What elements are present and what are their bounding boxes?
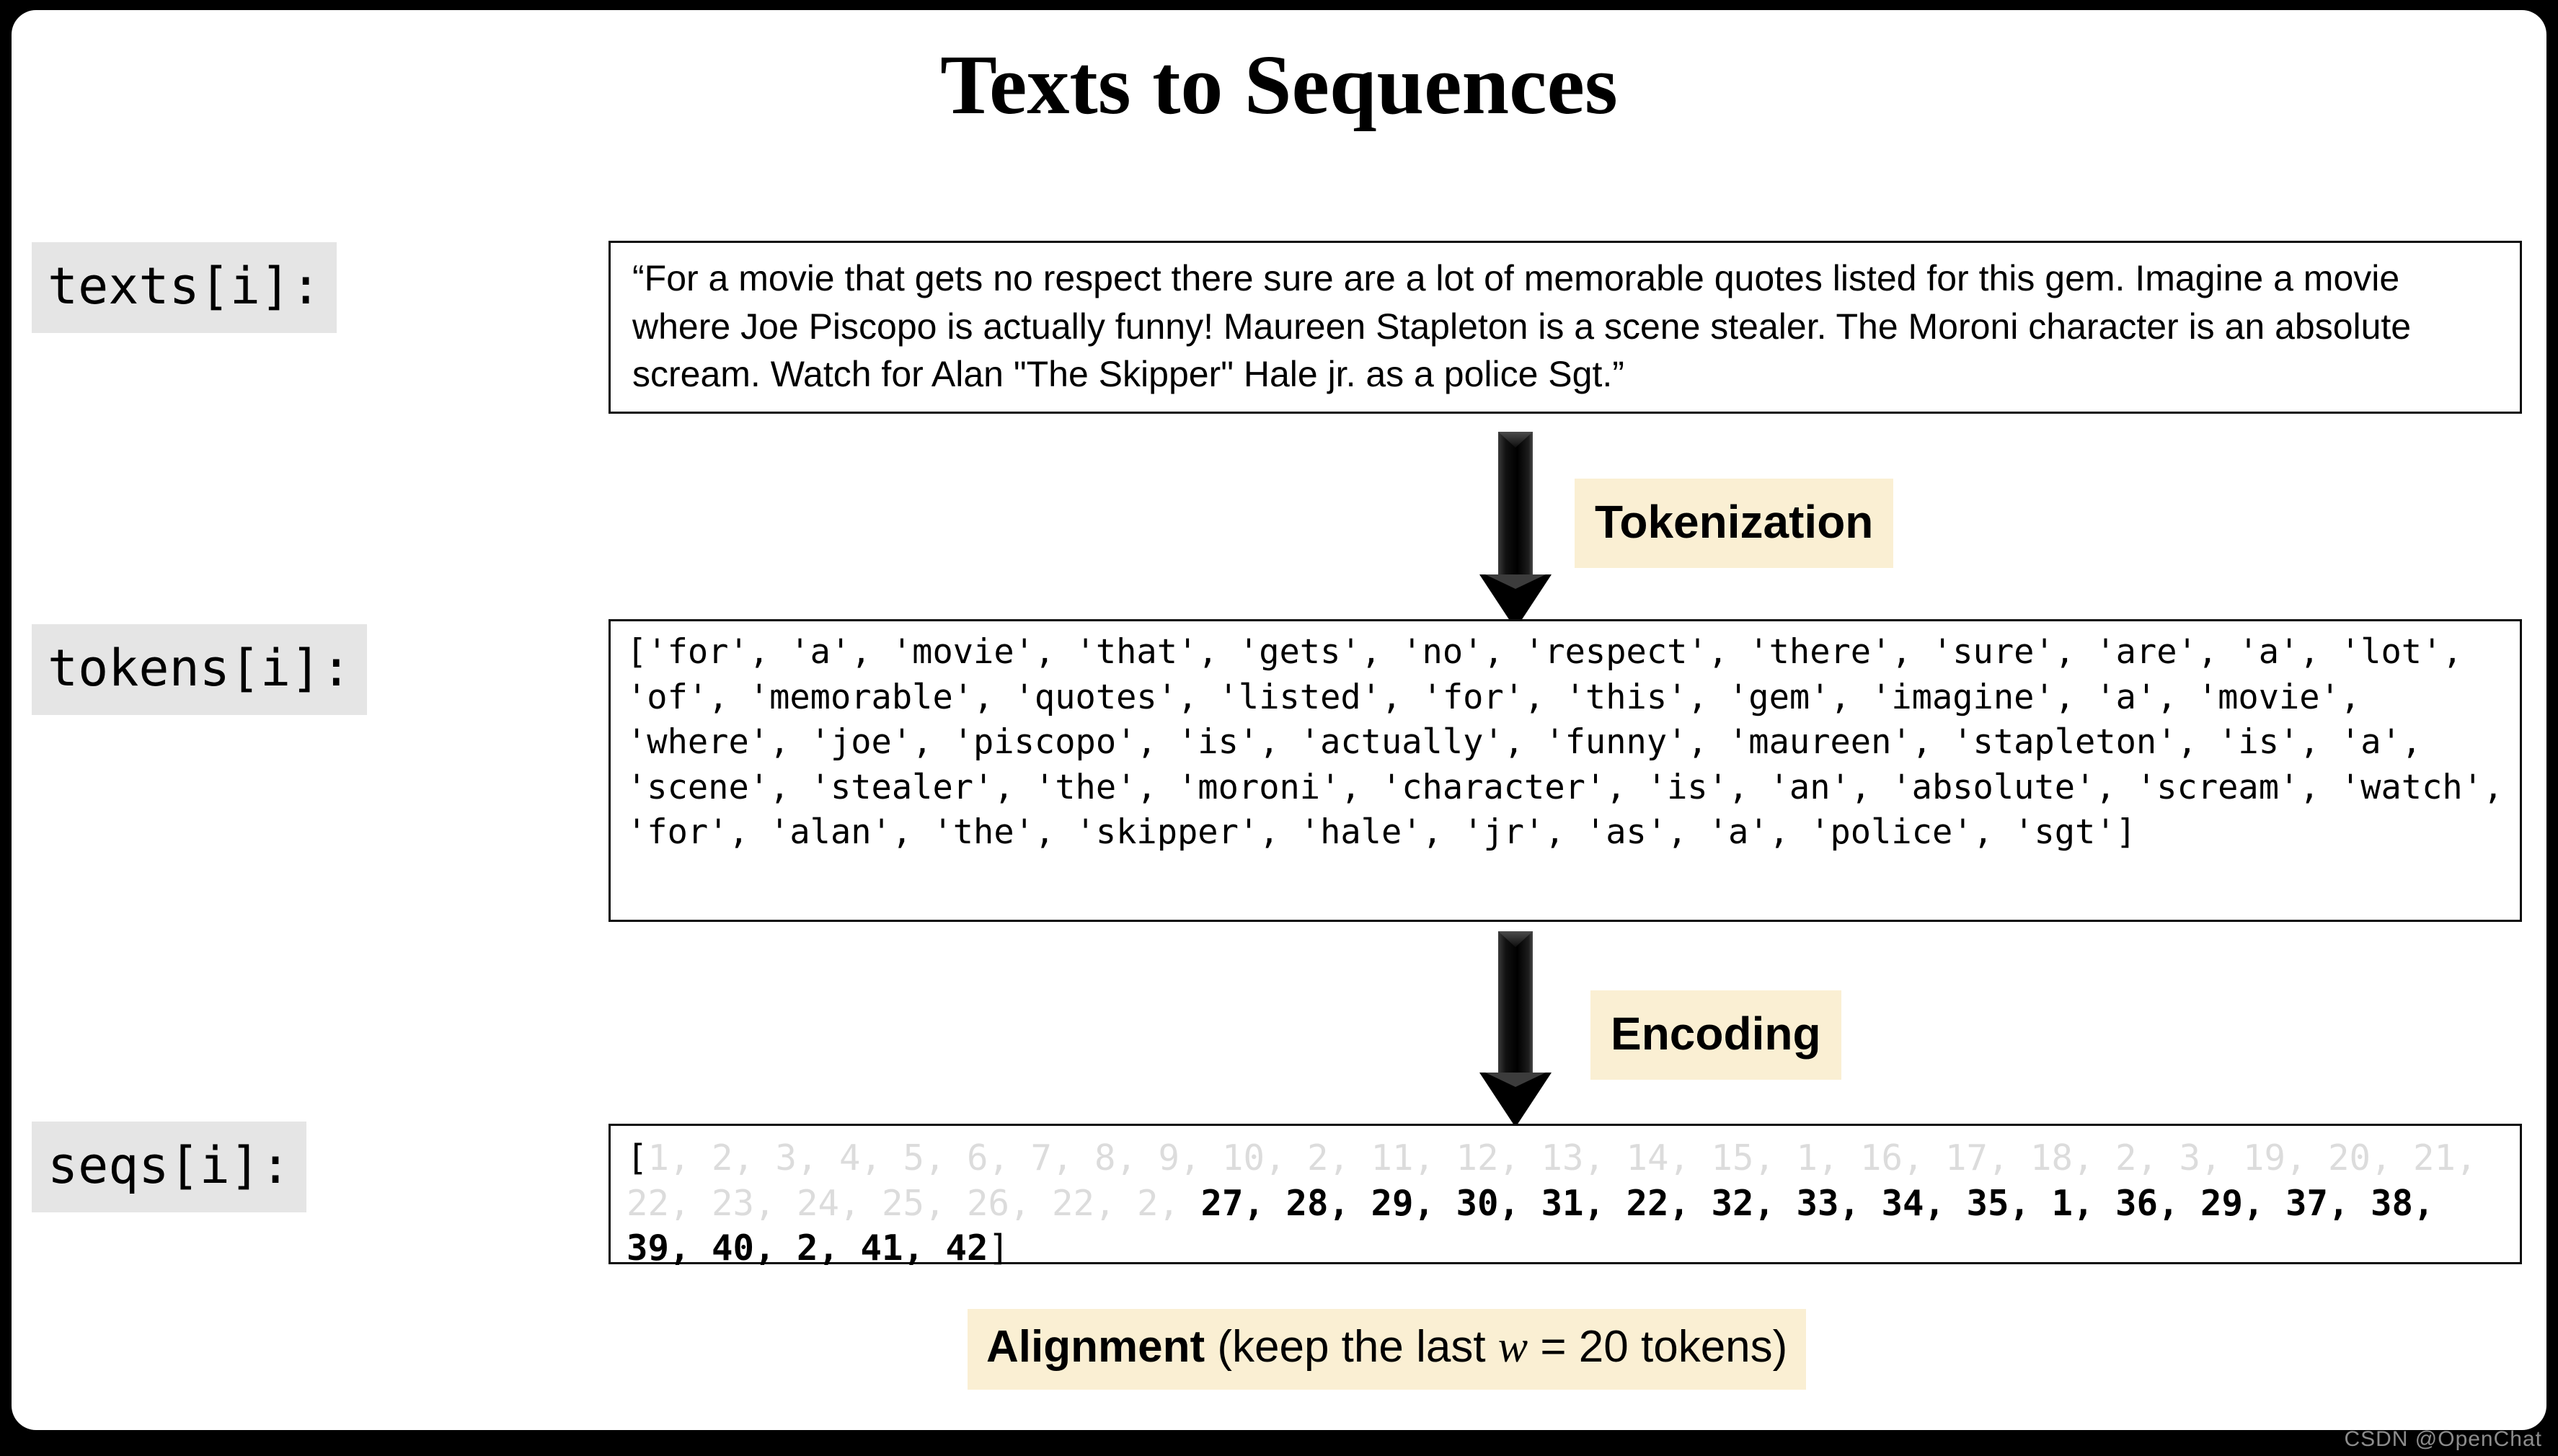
seqs-value-text: [1, 2, 3, 4, 5, 6, 7, 8, 9, 10, 2, 11, 1… [611, 1126, 2520, 1271]
tokens-value-box: ['for', 'a', 'movie', 'that', 'gets', 'n… [608, 619, 2522, 922]
row-label-texts: texts[i]: [32, 242, 337, 333]
alignment-equation: = 20 tokens) [1528, 1322, 1788, 1372]
page-title: Texts to Sequences [940, 37, 1618, 132]
seqs-open-bracket: [ [627, 1137, 648, 1178]
stage-label-tokenization: Tokenization [1575, 479, 1894, 568]
arrow-head-sheen [1485, 1073, 1546, 1087]
alignment-variable: w [1497, 1323, 1528, 1372]
arrow-shaft [1498, 931, 1533, 1074]
row-label-tokens: tokens[i]: [32, 624, 368, 715]
slide-canvas: Texts to Sequences texts[i]: “For a movi… [12, 10, 2546, 1430]
seqs-value-box: [1, 2, 3, 4, 5, 6, 7, 8, 9, 10, 2, 11, 1… [608, 1124, 2522, 1269]
alignment-title: Alignment [986, 1322, 1205, 1372]
stage-label-encoding: Encoding [1590, 990, 1841, 1080]
arrow-shaft [1498, 432, 1533, 576]
arrow-head-sheen [1485, 574, 1546, 589]
watermark: CSDN @OpenChat [2344, 1427, 2542, 1451]
row-label-seqs: seqs[i]: [32, 1122, 307, 1212]
alignment-prefix: (keep the last [1205, 1322, 1498, 1372]
alignment-caption: Alignment (keep the last w = 20 tokens) [968, 1309, 1807, 1390]
texts-value-text: “For a movie that gets no respect there … [632, 258, 2412, 394]
seqs-close-bracket: ] [988, 1228, 1010, 1269]
tokens-value-text: ['for', 'a', 'movie', 'that', 'gets', 'n… [627, 632, 2524, 852]
texts-value-box: “For a movie that gets no respect there … [608, 241, 2522, 414]
